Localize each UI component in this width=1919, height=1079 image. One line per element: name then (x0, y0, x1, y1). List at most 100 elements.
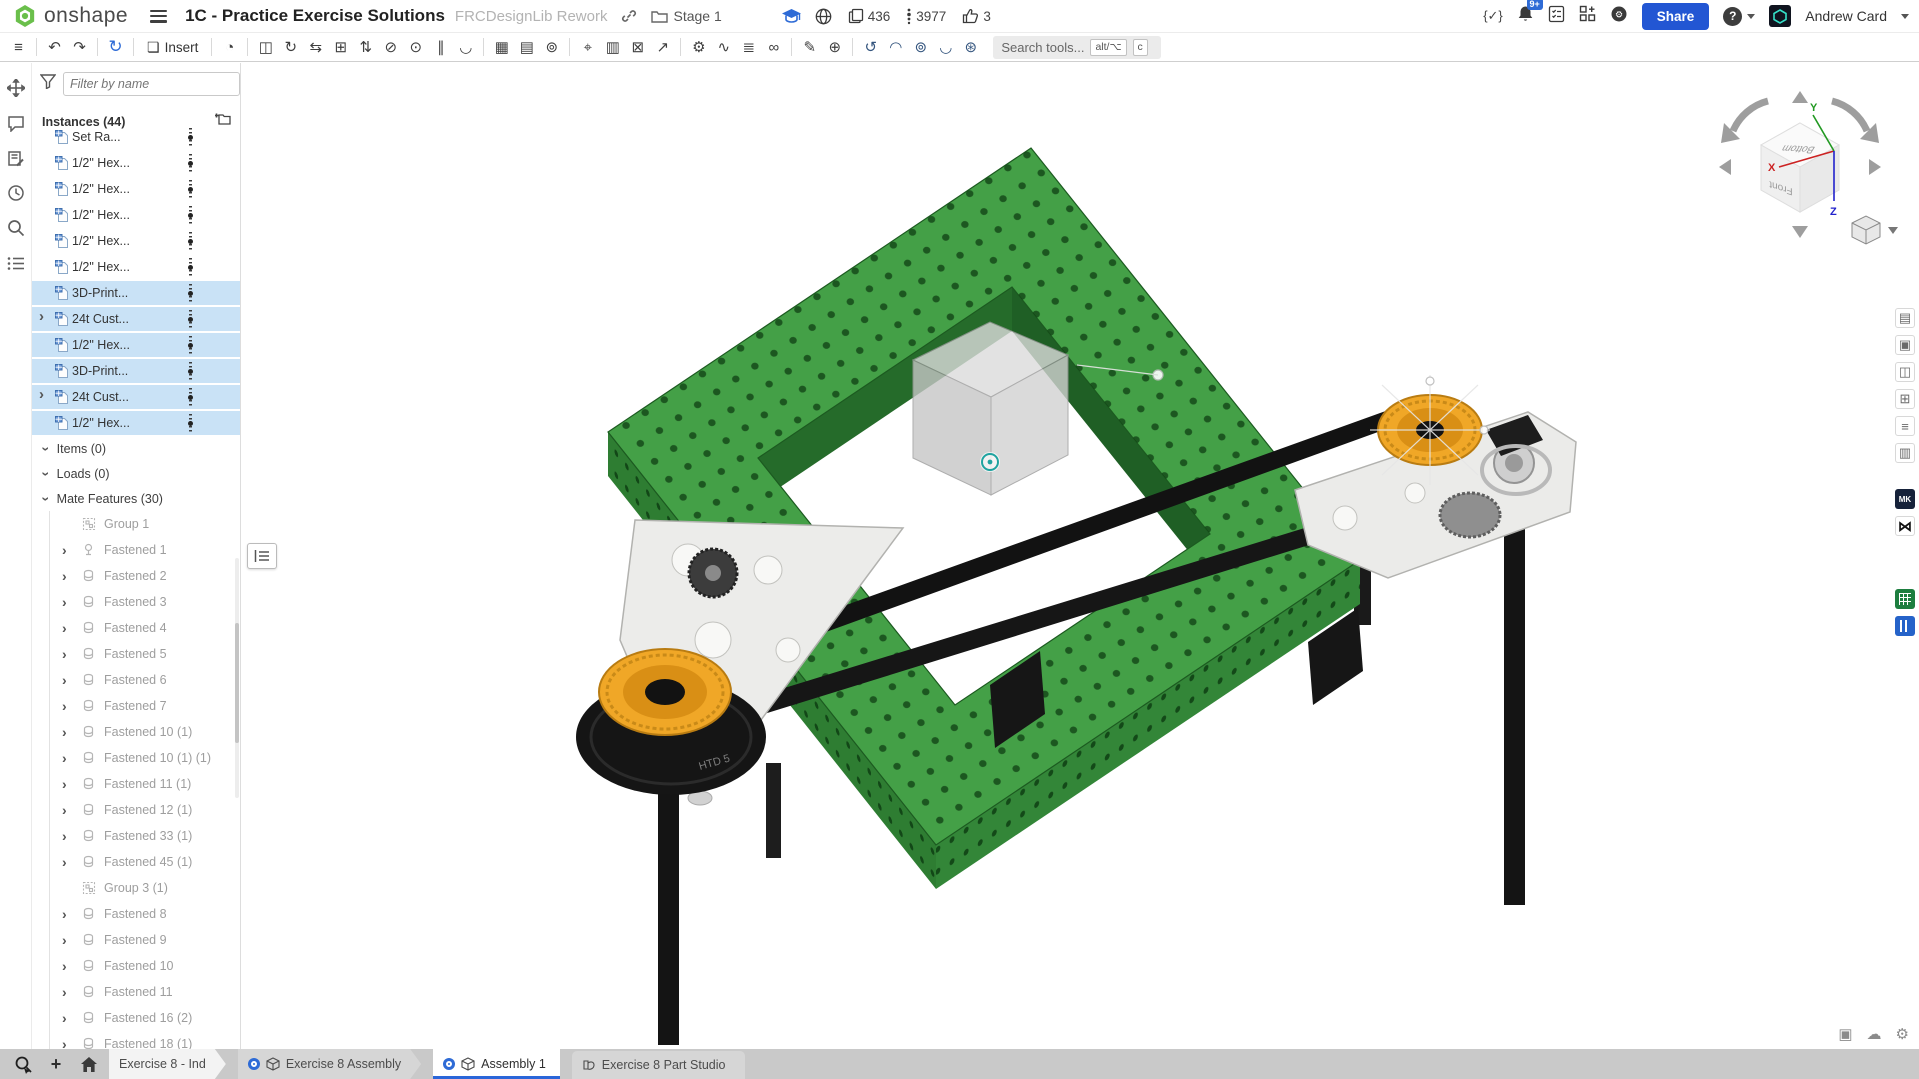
drag-dots-icon[interactable] (189, 362, 192, 380)
panel-chart-icon[interactable]: ▥ (1895, 443, 1915, 463)
panel-scrollbar-thumb[interactable] (235, 623, 239, 743)
help-menu[interactable]: ? (1723, 7, 1755, 26)
chevron-down-icon[interactable]: › (38, 496, 54, 501)
chevron-right-icon[interactable]: › (62, 750, 67, 766)
ball-mate-icon[interactable]: ⊙ (403, 35, 428, 60)
revolute-mate-icon[interactable]: ↻ (278, 35, 303, 60)
filter-input[interactable] (63, 72, 240, 96)
panel-variables-icon[interactable]: ≡ (1895, 416, 1915, 436)
butterfly-app-icon[interactable]: ⋈ (1895, 516, 1915, 536)
mate-row[interactable]: ›Fastened 9 (32, 927, 240, 953)
chevron-right-icon[interactable]: › (62, 828, 67, 844)
panel-assembly-icon[interactable]: ▣ (1895, 335, 1915, 355)
drag-dots-icon[interactable] (189, 232, 192, 250)
instance-row[interactable]: 1/2" Hex... (32, 410, 240, 436)
drag-dots-icon[interactable] (189, 310, 192, 328)
section-header[interactable]: ›Mate Features (30) (32, 486, 240, 511)
mate-row[interactable]: ›Fastened 16 (2) (32, 1005, 240, 1031)
mate-connector-icon[interactable]: ⌖ (575, 35, 600, 60)
drag-dots-icon[interactable] (189, 180, 192, 198)
drag-dots-icon[interactable] (189, 388, 192, 406)
named-positions-icon[interactable]: ⊠ (625, 35, 650, 60)
screw-relation-icon[interactable]: ∿ (711, 35, 736, 60)
chevron-right-icon[interactable]: › (62, 854, 67, 870)
panel-parts-icon[interactable]: ◫ (1895, 362, 1915, 382)
group-icon[interactable]: ▦ (489, 35, 514, 60)
belt-relation-icon[interactable]: ∞ (761, 35, 786, 60)
public-globe-icon[interactable] (815, 8, 832, 25)
appearance-icon[interactable]: ◡ (933, 35, 958, 60)
app-store-icon[interactable] (1579, 5, 1596, 27)
drag-dots-icon[interactable] (189, 414, 192, 432)
chevron-right-icon[interactable]: › (62, 620, 67, 636)
mate-row[interactable]: ›Fastened 2 (32, 563, 240, 589)
insert-derived-icon[interactable]: ⊕ (822, 35, 847, 60)
cloud-status-icon[interactable]: ☁ (1867, 1025, 1882, 1043)
chevron-right-icon[interactable]: › (62, 672, 67, 688)
avatar[interactable] (1769, 5, 1791, 27)
fastened-mate-icon[interactable]: ◫ (253, 35, 278, 60)
planar-mate-icon[interactable]: ⊞ (328, 35, 353, 60)
panel-document-icon[interactable]: ▤ (1895, 308, 1915, 328)
instance-row[interactable]: 1/2" Hex... (32, 202, 240, 228)
instance-row[interactable]: 1/2" Hex... (32, 150, 240, 176)
mate-row[interactable]: ›Fastened 45 (1) (32, 849, 240, 875)
chevron-right-icon[interactable]: › (62, 1010, 67, 1026)
breadcrumb[interactable]: Stage 1 (673, 8, 721, 24)
tangent-mate-icon[interactable]: ◡ (453, 35, 478, 60)
instance-row[interactable]: ›24t Cust... (32, 384, 240, 410)
mate-row[interactable]: ›Fastened 1 (32, 537, 240, 563)
transform-icon[interactable] (5, 77, 27, 99)
viewport-3d[interactable]: HTD 5 (0, 63, 1919, 1049)
chevron-down-icon[interactable]: › (38, 446, 54, 451)
drag-dots-icon[interactable] (189, 206, 192, 224)
mate-row[interactable]: ›Fastened 12 (1) (32, 797, 240, 823)
comments-icon[interactable] (5, 112, 27, 134)
ai-advisor-icon[interactable]: ⚙ (1610, 5, 1628, 28)
circular-pattern-icon[interactable]: ⊚ (539, 35, 564, 60)
new-tab-button[interactable]: + (43, 1051, 69, 1077)
search-tools[interactable]: Search tools... alt/⌥ c (993, 36, 1161, 59)
instance-row[interactable]: 1/2" Hex... (32, 228, 240, 254)
chevron-right-icon[interactable]: › (62, 984, 67, 1000)
user-menu-chevron-icon[interactable] (1901, 14, 1909, 19)
instance-row[interactable]: Set Ra... (32, 124, 240, 150)
section-view-icon[interactable]: ⊚ (908, 35, 933, 60)
history-icon[interactable] (5, 182, 27, 204)
instance-row[interactable]: 1/2" Hex... (32, 332, 240, 358)
search-tabs-icon[interactable] (10, 1051, 36, 1077)
instance-row[interactable]: 1/2" Hex... (32, 176, 240, 202)
display-settings-icon[interactable]: ⚙ (1896, 1025, 1909, 1043)
tab-exercise-8-assembly[interactable]: Exercise 8 Assembly (238, 1049, 421, 1079)
parallel-mate-icon[interactable]: ∥ (428, 35, 453, 60)
home-icon[interactable] (76, 1051, 102, 1077)
mate-row[interactable]: ›Fastened 11 (32, 979, 240, 1005)
exploded-view-icon[interactable]: ↗ (650, 35, 675, 60)
redo-icon[interactable]: ↷ (67, 35, 92, 60)
explode-line-icon[interactable]: ↺ (858, 35, 883, 60)
instance-row[interactable]: ›24t Cust... (32, 306, 240, 332)
copies-stat[interactable]: 436 (848, 8, 891, 24)
drag-dots-icon[interactable] (189, 128, 192, 146)
rack-relation-icon[interactable]: ≣ (736, 35, 761, 60)
linear-pattern-icon[interactable]: ▤ (514, 35, 539, 60)
mate-icon[interactable]: ◔ (217, 35, 242, 60)
mate-row[interactable]: ›Fastened 7 (32, 693, 240, 719)
update-icon[interactable]: ↻ (103, 35, 128, 60)
chevron-right-icon[interactable]: › (62, 594, 67, 610)
edit-in-context-icon[interactable]: ✎ (797, 35, 822, 60)
pixel-app-icon[interactable] (1895, 562, 1915, 582)
undo-icon[interactable]: ↶ (42, 35, 67, 60)
mate-row[interactable]: Group 3 (1) (32, 875, 240, 901)
drag-dots-icon[interactable] (189, 154, 192, 172)
chevron-right-icon[interactable]: › (62, 698, 67, 714)
left-orange-pulley-part[interactable] (599, 649, 731, 735)
menu-icon[interactable] (150, 10, 167, 23)
followers-stat[interactable]: 3977 (906, 8, 946, 25)
section-header[interactable]: ›Items (0) (32, 436, 240, 461)
panel-measure-icon[interactable]: ⊞ (1895, 389, 1915, 409)
chevron-right-icon[interactable]: › (62, 776, 67, 792)
mate-row[interactable]: ›Fastened 11 (1) (32, 771, 240, 797)
chevron-right-icon[interactable]: › (62, 1036, 67, 1049)
gear-relation-icon[interactable]: ⚙ (686, 35, 711, 60)
